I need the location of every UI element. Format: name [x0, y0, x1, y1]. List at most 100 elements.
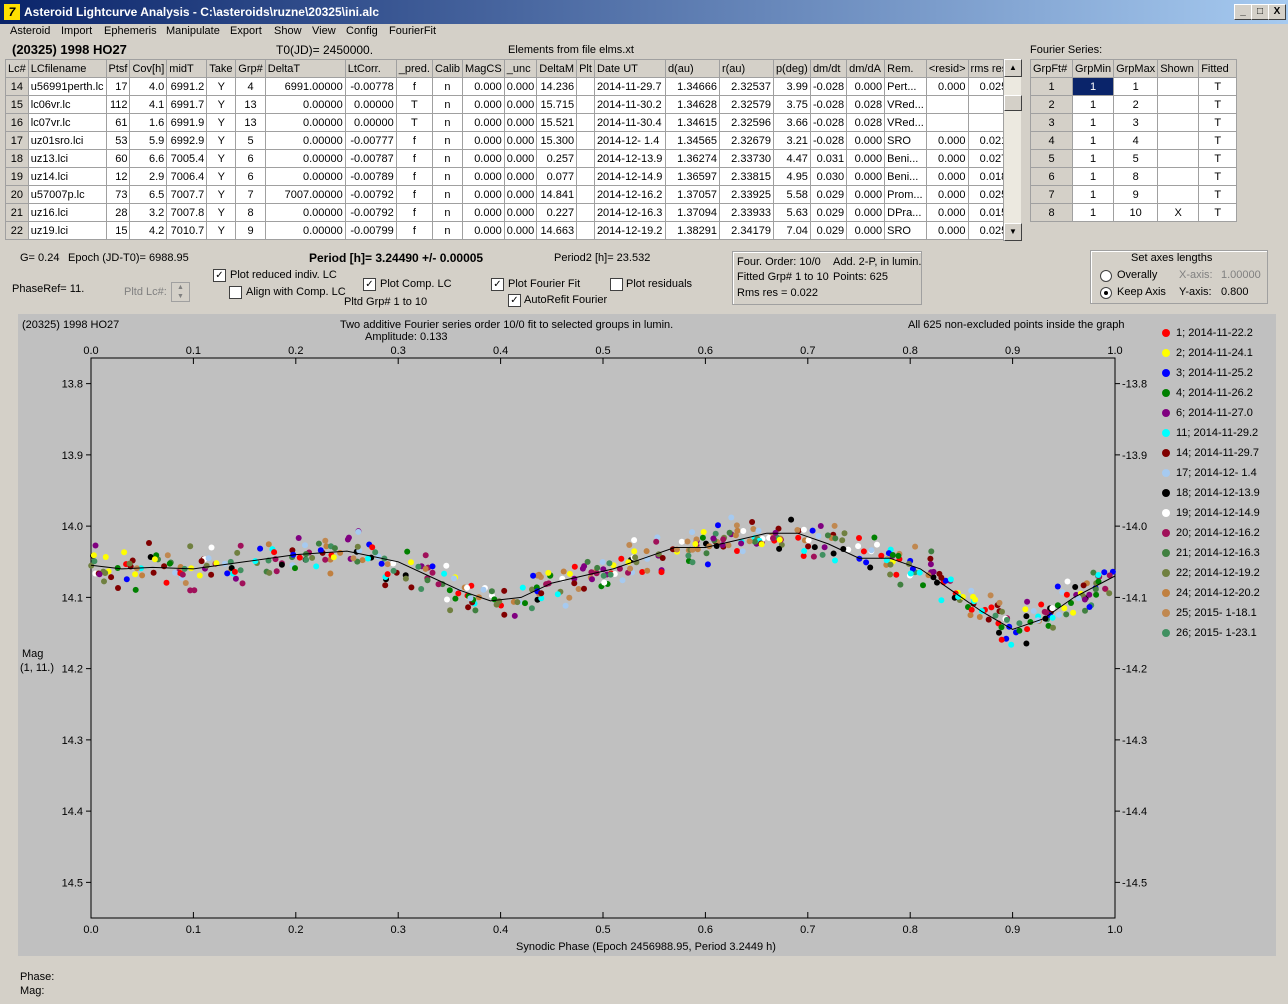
row-header[interactable]: 22	[5, 221, 29, 240]
table-cell[interactable]: Prom...	[884, 185, 927, 204]
table-cell[interactable]: 7010.7	[166, 221, 208, 240]
plot-comp-checkbox[interactable]: ✓	[363, 278, 376, 291]
column-header[interactable]: dm/dt	[809, 59, 848, 78]
column-header[interactable]: Lc#	[5, 59, 29, 78]
table-cell[interactable]: 0.031	[809, 149, 848, 168]
fourier-cell[interactable]: T	[1198, 77, 1238, 96]
table-cell[interactable]: -0.028	[809, 113, 848, 132]
table-cell[interactable]: 1.37057	[664, 185, 720, 204]
table-cell[interactable]: 0.028	[846, 95, 886, 114]
table-cell[interactable]: 14.236	[536, 77, 578, 96]
table-cell[interactable]	[925, 113, 969, 132]
table-cell[interactable]: 4	[235, 77, 266, 96]
table-row[interactable]: 21 uz16.lci 28 3.2 7007.8 Y 8 0.00000 -0.00792 f n…	[5, 203, 1011, 222]
column-header[interactable]: DeltaM	[536, 59, 578, 78]
table-scrollbar[interactable]: ▲ ▼	[1003, 59, 1022, 241]
table-cell[interactable]: T	[395, 95, 433, 114]
table-cell[interactable]: Beni...	[884, 149, 927, 168]
table-cell[interactable]: -0.00792	[344, 185, 397, 204]
fourier-cell[interactable]: 4	[1113, 131, 1159, 150]
table-cell[interactable]: 6.5	[129, 185, 168, 204]
menu-asteroid[interactable]: Asteroid	[10, 25, 50, 37]
fourier-cell[interactable]: T	[1198, 203, 1238, 222]
row-header[interactable]: 21	[5, 203, 29, 222]
table-cell[interactable]: n	[431, 203, 464, 222]
fourier-column-header[interactable]: Fitted	[1198, 59, 1238, 78]
table-cell[interactable]: 6	[235, 167, 266, 186]
table-cell[interactable]: VRed...	[884, 95, 927, 114]
table-row[interactable]: 22 uz19.lci 15 4.2 7010.7 Y 9 0.00000 -0.00799 f n…	[5, 221, 1011, 240]
table-cell[interactable]: 1.34615	[664, 113, 720, 132]
table-cell[interactable]: 112	[105, 95, 131, 114]
table-cell[interactable]: 2.32596	[718, 113, 774, 132]
table-cell[interactable]: 0.028	[846, 113, 886, 132]
fourier-cell[interactable]: 1	[1071, 113, 1115, 132]
table-cell[interactable]: n	[431, 149, 464, 168]
table-cell[interactable]: f	[395, 221, 433, 240]
column-header[interactable]: Date UT	[593, 59, 666, 78]
table-cell[interactable]	[576, 113, 595, 132]
table-cell[interactable]: SRO	[884, 221, 927, 240]
table-cell[interactable]: 2014-11-30.4	[593, 113, 666, 132]
fourier-row[interactable]: 414 T	[1030, 131, 1238, 150]
fourier-row-header[interactable]: 4	[1030, 131, 1073, 150]
table-cell[interactable]: 0.227	[536, 203, 578, 222]
column-header[interactable]: Rem.	[884, 59, 927, 78]
table-cell[interactable]: 2.34179	[718, 221, 774, 240]
table-cell[interactable]: 2.9	[129, 167, 168, 186]
fourier-column-header[interactable]: GrpMax	[1113, 59, 1159, 78]
fourier-row[interactable]: 111T	[1030, 77, 1238, 96]
fourier-cell[interactable]	[1157, 167, 1200, 186]
fourier-cell[interactable]	[1157, 131, 1200, 150]
fourier-row-header[interactable]: 8	[1030, 203, 1073, 222]
table-cell[interactable]	[925, 95, 969, 114]
scroll-thumb[interactable]	[1004, 95, 1022, 111]
column-header[interactable]: _unc	[503, 59, 538, 78]
column-header[interactable]: _pred.	[395, 59, 433, 78]
plot-fourier-checkbox[interactable]: ✓	[491, 278, 504, 291]
table-cell[interactable]: 13	[235, 95, 266, 114]
table-cell[interactable]: T	[395, 113, 433, 132]
table-cell[interactable]: 2014-12-19.2	[593, 221, 666, 240]
fourier-column-header[interactable]: GrpMin	[1071, 59, 1115, 78]
table-cell[interactable]: 0.000	[503, 167, 538, 186]
table-cell[interactable]	[576, 185, 595, 204]
table-cell[interactable]	[576, 167, 595, 186]
table-cell[interactable]: 0.000	[503, 77, 538, 96]
table-cell[interactable]: lc06vr.lc	[27, 95, 107, 114]
table-cell[interactable]: uz14.lci	[27, 167, 107, 186]
table-cell[interactable]: Y	[206, 203, 237, 222]
table-cell[interactable]: 6991.00000	[264, 77, 346, 96]
table-cell[interactable]: 0.000	[925, 149, 969, 168]
table-cell[interactable]: 2.32679	[718, 131, 774, 150]
row-header[interactable]: 19	[5, 167, 29, 186]
table-cell[interactable]: 0.000	[503, 95, 538, 114]
table-cell[interactable]: 7006.4	[166, 167, 208, 186]
fourier-cell[interactable]: T	[1198, 113, 1238, 132]
table-cell[interactable]: 1.36274	[664, 149, 720, 168]
table-cell[interactable]: -0.00799	[344, 221, 397, 240]
row-header[interactable]: 20	[5, 185, 29, 204]
table-cell[interactable]: 0.000	[462, 185, 505, 204]
table-cell[interactable]: 0.00000	[264, 167, 346, 186]
table-cell[interactable]: 0.000	[503, 149, 538, 168]
table-cell[interactable]: f	[395, 203, 433, 222]
column-header[interactable]: LCfilename	[27, 59, 107, 78]
fourier-row-header[interactable]: 7	[1030, 185, 1073, 204]
table-cell[interactable]: 4.1	[129, 95, 168, 114]
fourier-cell[interactable]: 1	[1071, 149, 1115, 168]
fourier-cell[interactable]	[1157, 149, 1200, 168]
table-cell[interactable]: 1.34565	[664, 131, 720, 150]
table-cell[interactable]: 2.32537	[718, 77, 774, 96]
table-cell[interactable]: Y	[206, 221, 237, 240]
table-cell[interactable]: 8	[235, 203, 266, 222]
fourier-row[interactable]: 313 T	[1030, 113, 1238, 132]
close-button[interactable]: X	[1268, 4, 1286, 20]
table-cell[interactable]: Y	[206, 77, 237, 96]
table-cell[interactable]: 0.029	[809, 185, 848, 204]
table-cell[interactable]: Beni...	[884, 167, 927, 186]
table-cell[interactable]: Pert...	[884, 77, 927, 96]
table-cell[interactable]: -0.028	[809, 131, 848, 150]
table-cell[interactable]: -0.00777	[344, 131, 397, 150]
table-cell[interactable]: f	[395, 185, 433, 204]
